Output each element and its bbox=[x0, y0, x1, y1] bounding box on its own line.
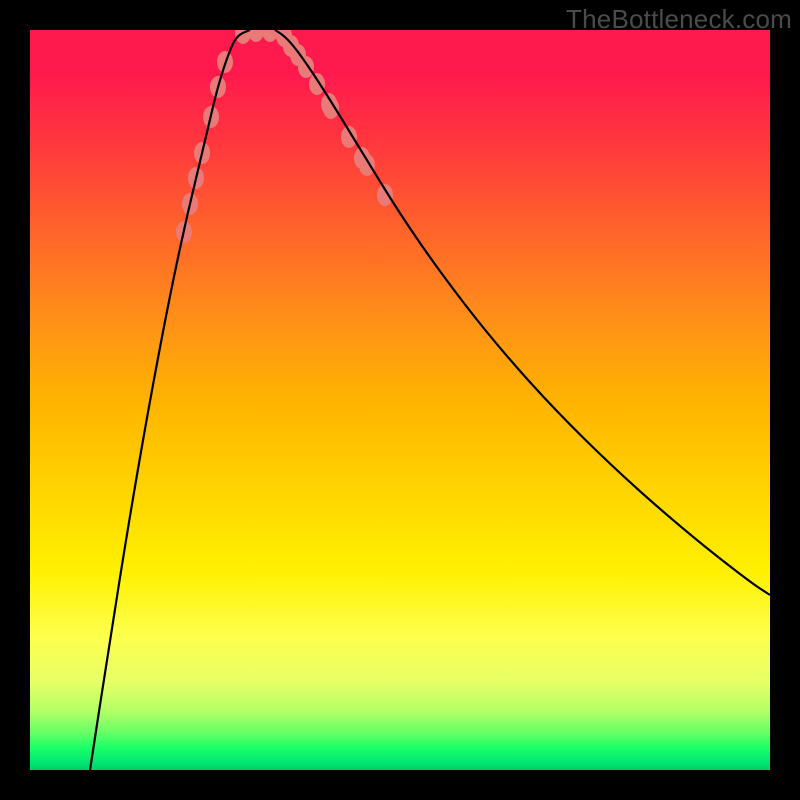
marker-dot bbox=[309, 73, 325, 95]
marker-dot bbox=[377, 184, 393, 206]
plot-area bbox=[30, 30, 770, 770]
chart-svg bbox=[30, 30, 770, 770]
series-right-curve bbox=[275, 30, 770, 595]
marker-layer bbox=[176, 30, 393, 243]
marker-dot bbox=[248, 30, 264, 42]
marker-dot bbox=[298, 56, 314, 78]
curve-layer bbox=[90, 30, 770, 770]
series-left-curve bbox=[90, 30, 250, 770]
marker-dot bbox=[359, 154, 375, 176]
marker-dot bbox=[262, 30, 278, 42]
chart-frame: TheBottleneck.com bbox=[0, 0, 800, 800]
